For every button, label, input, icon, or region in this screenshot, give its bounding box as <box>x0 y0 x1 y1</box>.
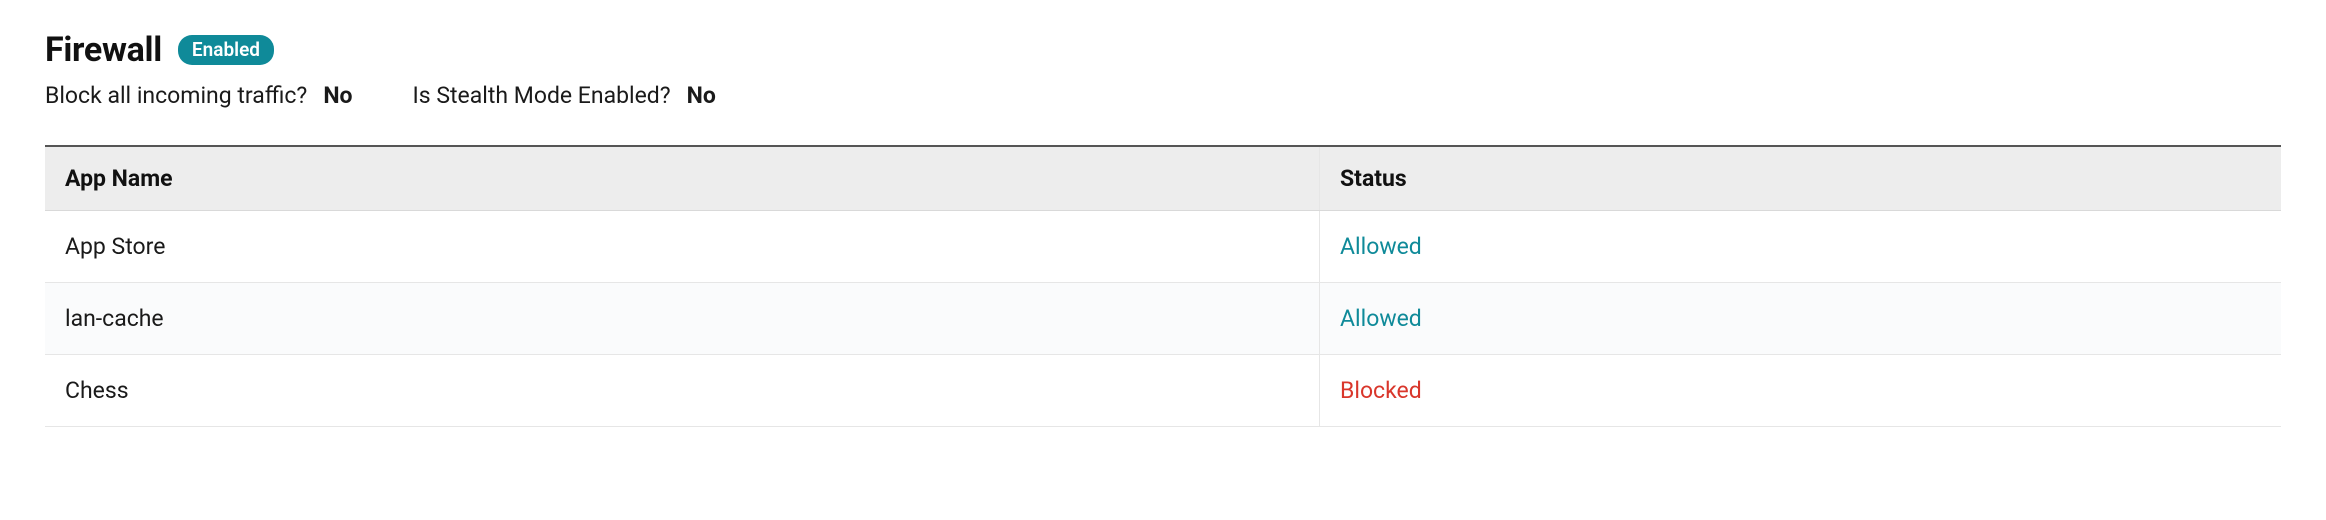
cell-app-name: App Store <box>45 211 1320 283</box>
meta-block-incoming: Block all incoming traffic? No <box>45 82 353 109</box>
status-badge: Enabled <box>178 35 274 66</box>
meta-block-incoming-label: Block all incoming traffic? <box>45 82 307 109</box>
meta-stealth-mode-value: No <box>687 82 716 109</box>
column-app-name: App Name <box>45 146 1320 211</box>
table-row: ChessBlocked <box>45 355 2281 427</box>
column-status: Status <box>1320 146 2281 211</box>
page-title: Firewall <box>45 30 162 70</box>
header: Firewall Enabled <box>45 30 2281 70</box>
cell-app-name: Chess <box>45 355 1320 427</box>
cell-status: Allowed <box>1320 283 2281 355</box>
cell-app-name: lan-cache <box>45 283 1320 355</box>
firewall-table: App Name Status App StoreAllowedlan-cach… <box>45 145 2281 427</box>
meta-stealth-mode: Is Stealth Mode Enabled? No <box>413 82 716 109</box>
meta-stealth-mode-label: Is Stealth Mode Enabled? <box>413 82 671 109</box>
table-row: lan-cacheAllowed <box>45 283 2281 355</box>
table-header-row: App Name Status <box>45 146 2281 211</box>
meta-row: Block all incoming traffic? No Is Stealt… <box>45 82 2281 109</box>
cell-status: Blocked <box>1320 355 2281 427</box>
cell-status: Allowed <box>1320 211 2281 283</box>
table-row: App StoreAllowed <box>45 211 2281 283</box>
meta-block-incoming-value: No <box>323 82 352 109</box>
